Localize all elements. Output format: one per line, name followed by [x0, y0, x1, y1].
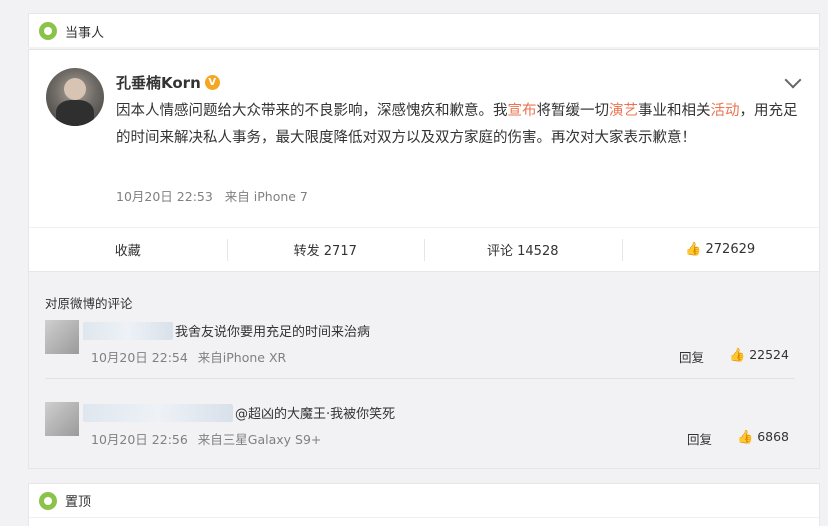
post-link-activity[interactable]: 活动: [711, 103, 740, 119]
section-header-pinned: 置顶: [28, 483, 820, 526]
thumb-up-icon: 👍: [729, 348, 746, 363]
comment-avatar[interactable]: [45, 320, 79, 354]
comment-like-button[interactable]: 👍 6868: [737, 429, 789, 445]
author-avatar[interactable]: [46, 68, 104, 126]
chevron-down-icon[interactable]: [784, 71, 802, 89]
post-time[interactable]: 10月20日 22:53: [116, 189, 213, 204]
commenter-name-blurred[interactable]: [83, 404, 233, 422]
repost-button[interactable]: 转发 2717: [226, 228, 425, 271]
reply-button[interactable]: 回复: [679, 347, 704, 366]
comment-text: 我舍友说你要用充足的时间来治病: [175, 325, 371, 340]
reply-button[interactable]: 回复: [687, 429, 712, 448]
post-text-part: 将暂缓一切: [536, 103, 610, 119]
favorite-button[interactable]: 收藏: [29, 228, 227, 271]
thumb-up-icon: 👍: [737, 430, 754, 445]
post-source: 来自 iPhone 7: [224, 189, 308, 204]
section-head: 当事人: [29, 14, 819, 48]
comment-source: 来自iPhone XR: [197, 350, 287, 365]
comment-time: 10月20日 22:56: [91, 432, 188, 447]
comment-meta: 10月20日 22:56 来自三星Galaxy S9+: [91, 429, 321, 448]
comment-label: 评论 14528: [487, 244, 559, 259]
original-comments-section: 对原微博的评论 我舍友说你要用充足的时间来治病 10月20日 22:54 来自i…: [29, 271, 819, 468]
post-meta: 10月20日 22:53 来自 iPhone 7: [116, 186, 308, 205]
comment-item: @超凶的大魔王·我被你笑死 10月20日 22:56 来自三星Galaxy S9…: [45, 402, 795, 452]
thumb-up-icon: 👍: [685, 242, 702, 257]
weibo-post-card: 孔垂楠Korn V 因本人情感问题给大众带来的不良影响，深感愧疚和歉意。我宣布将…: [28, 49, 820, 469]
like-count: 272629: [705, 242, 756, 257]
comment-time: 10月20日 22:54: [91, 350, 188, 365]
comment-button[interactable]: 评论 14528: [424, 228, 622, 271]
comments-title: 对原微博的评论: [45, 296, 133, 311]
comment-avatar[interactable]: [45, 402, 79, 436]
comment-like-count: 22524: [749, 347, 789, 362]
section-label: 置顶: [65, 495, 92, 510]
section-head: 置顶: [29, 484, 819, 518]
verified-icon: V: [204, 75, 220, 90]
section-label: 当事人: [65, 25, 105, 41]
commenter-name-blurred[interactable]: [83, 322, 173, 340]
like-button[interactable]: 👍 272629: [621, 228, 820, 271]
comment-text: @超凶的大魔王·我被你笑死: [235, 407, 396, 422]
section-header-top: 当事人: [28, 13, 820, 47]
post-link-performing-arts[interactable]: 演艺: [609, 103, 638, 119]
comment-like-button[interactable]: 👍 22524: [729, 347, 789, 363]
comment-like-count: 6868: [757, 429, 789, 444]
repost-label: 转发 2717: [293, 244, 357, 259]
post-text-part: 事业和相关: [638, 103, 711, 119]
section-dot-icon: [39, 22, 57, 40]
divider: [45, 378, 795, 379]
comment-source: 来自三星Galaxy S9+: [197, 432, 322, 447]
comment-meta: 10月20日 22:54 来自iPhone XR: [91, 347, 286, 366]
post-action-bar: 收藏 转发 2717 评论 14528 👍 272629: [29, 227, 819, 271]
author-name[interactable]: 孔垂楠Korn: [116, 72, 201, 93]
post-link-announce[interactable]: 宣布: [508, 103, 537, 119]
comment-item: 我舍友说你要用充足的时间来治病 10月20日 22:54 来自iPhone XR…: [45, 320, 795, 370]
post-text: 因本人情感问题给大众带来的不良影响，深感愧疚和歉意。我宣布将暂缓一切演艺事业和相…: [116, 98, 806, 152]
favorite-label: 收藏: [114, 244, 141, 259]
author-name-row: 孔垂楠Korn V: [116, 72, 220, 93]
post-text-part: 因本人情感问题给大众带来的不良影响，深感愧疚和歉意。我: [116, 103, 508, 119]
section-dot-icon: [39, 491, 57, 510]
